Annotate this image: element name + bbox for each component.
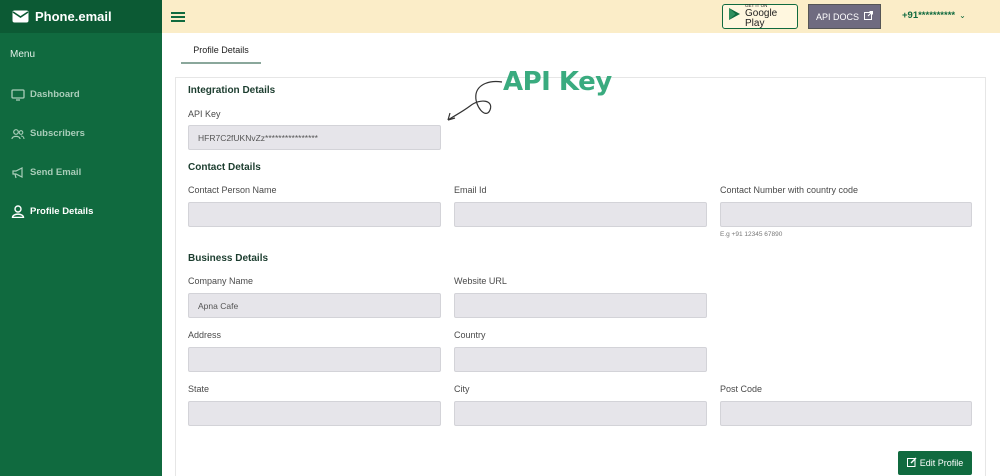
megaphone-icon xyxy=(10,165,25,180)
annotation-arrow-icon xyxy=(447,80,503,121)
sidebar-item-subscribers[interactable]: Subscribers xyxy=(0,114,162,153)
website-url-label: Website URL xyxy=(454,276,507,286)
sidebar-item-label: Subscribers xyxy=(30,128,85,139)
post-code-field[interactable] xyxy=(720,401,972,426)
topbar: GET IT ON Google Play API DOCS +91******… xyxy=(162,0,1000,33)
sidebar-item-label: Send Email xyxy=(30,167,82,178)
users-icon xyxy=(10,126,25,141)
hamburger-menu-icon[interactable] xyxy=(171,11,185,22)
brand[interactable]: Phone.email xyxy=(0,0,162,33)
envelope-icon xyxy=(12,10,29,23)
api-key-annotation: API Key xyxy=(503,67,612,97)
contact-person-field[interactable] xyxy=(188,202,441,227)
sidebar-item-profile-details[interactable]: Profile Details xyxy=(0,192,162,231)
sidebar: Phone.email Menu Dashboard Subscribers S… xyxy=(0,0,162,476)
sidebar-item-send-email[interactable]: Send Email xyxy=(0,153,162,192)
contact-number-field[interactable] xyxy=(720,202,972,227)
external-link-icon xyxy=(864,11,873,22)
user-icon xyxy=(10,204,25,219)
state-field[interactable] xyxy=(188,401,441,426)
brand-name: Phone.email xyxy=(35,9,112,24)
country-field[interactable] xyxy=(454,347,707,372)
edit-icon xyxy=(906,457,917,469)
edit-profile-label: Edit Profile xyxy=(919,458,964,468)
contact-number-label: Contact Number with country code xyxy=(720,185,859,195)
post-code-label: Post Code xyxy=(720,384,763,394)
sidebar-item-label: Profile Details xyxy=(30,206,94,217)
google-play-button[interactable]: GET IT ON Google Play xyxy=(722,4,798,29)
google-play-icon xyxy=(728,7,741,26)
company-name-field[interactable]: Apna Cafe xyxy=(188,293,441,318)
sidebar-item-label: Dashboard xyxy=(30,89,80,100)
sidebar-item-dashboard[interactable]: Dashboard xyxy=(0,75,162,114)
chevron-down-icon: ⌄ xyxy=(959,11,966,20)
address-field[interactable] xyxy=(188,347,441,372)
menu-heading: Menu xyxy=(10,49,36,60)
api-key-field[interactable]: HFR7C2fUKNvZz**************** xyxy=(188,125,441,150)
api-docs-button[interactable]: API DOCS xyxy=(808,4,881,29)
business-details-title: Business Details xyxy=(188,253,269,264)
edit-profile-button[interactable]: Edit Profile xyxy=(898,451,972,475)
monitor-icon xyxy=(10,87,25,102)
api-docs-label: API DOCS xyxy=(815,11,859,22)
address-label: Address xyxy=(188,330,222,340)
email-id-field[interactable] xyxy=(454,202,707,227)
contact-number-hint: E.g +91 12345 67890 xyxy=(720,231,783,238)
contact-person-label: Contact Person Name xyxy=(188,185,277,195)
phone-number: +91********** xyxy=(902,10,956,21)
city-label: City xyxy=(454,384,470,394)
country-label: Country xyxy=(454,330,486,340)
contact-details-title: Contact Details xyxy=(188,162,261,173)
tab-profile-details[interactable]: Profile Details xyxy=(181,45,261,64)
integration-details-title: Integration Details xyxy=(188,85,276,96)
state-label: State xyxy=(188,384,210,394)
website-url-field[interactable] xyxy=(454,293,707,318)
phone-account-dropdown[interactable]: +91********** ⌄ xyxy=(902,10,966,21)
city-field[interactable] xyxy=(454,401,707,426)
google-play-text: Google Play xyxy=(745,7,778,29)
api-key-label: API Key xyxy=(188,109,221,119)
company-name-label: Company Name xyxy=(188,276,254,286)
email-id-label: Email Id xyxy=(454,185,487,195)
